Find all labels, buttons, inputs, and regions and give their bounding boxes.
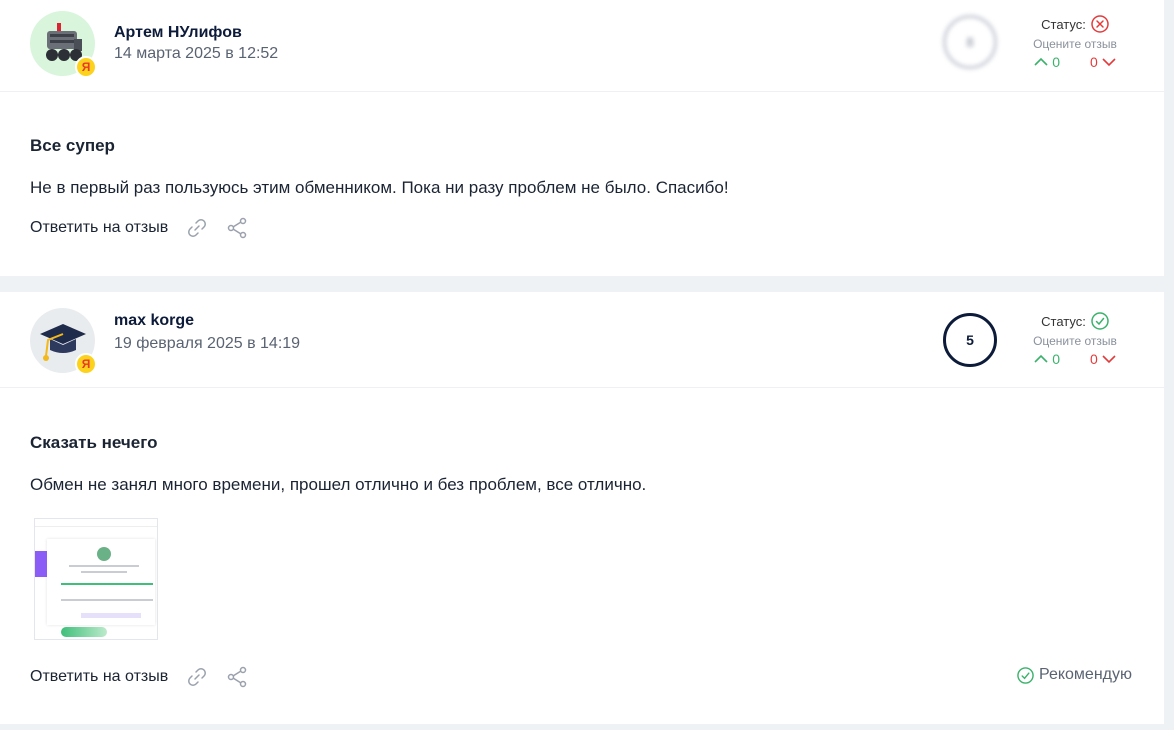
chevron-up-icon — [1034, 354, 1048, 363]
avatar: Я — [30, 11, 97, 78]
reply-button[interactable]: Ответить на отзыв — [30, 219, 168, 237]
yandex-badge: Я — [75, 56, 97, 78]
review-date: 14 марта 2025 в 12:52 — [114, 45, 279, 62]
score-circle: 5 — [943, 313, 997, 367]
x-circle-icon — [1091, 15, 1109, 33]
status-label: Статус: — [1041, 16, 1086, 32]
author-name[interactable]: Артем НУлифов — [114, 24, 242, 42]
review-text: Обмен не занял много времени, прошел отл… — [30, 475, 647, 494]
review-date: 19 февраля 2025 в 14:19 — [114, 335, 301, 352]
check-circle-icon — [1017, 666, 1034, 684]
attachment-thumbnail[interactable] — [34, 518, 158, 640]
chevron-down-icon — [1102, 355, 1116, 364]
recommend-badge: Рекомендую — [1017, 666, 1132, 684]
thumbnail-button — [61, 627, 107, 637]
thumbnail-text-line — [69, 565, 139, 567]
vote-up-button[interactable]: 0 — [1034, 54, 1060, 70]
thumbnail-logo — [97, 547, 111, 561]
share-icon[interactable] — [226, 666, 248, 688]
status-line: Статус: — [1020, 311, 1130, 331]
thumbnail-text-line — [61, 599, 153, 601]
votes: 0 0 — [1020, 54, 1130, 70]
review-actions: Ответить на отзыв — [30, 217, 248, 239]
review-card: Я Артем НУлифов 14 марта 2025 в 12:52 8 … — [0, 0, 1164, 276]
review-title: Сказать нечего — [30, 433, 158, 452]
vote-up-count: 0 — [1052, 54, 1060, 70]
status-label: Статус: — [1041, 313, 1086, 329]
thumbnail-text-line — [81, 613, 141, 618]
score-circle: 8 — [943, 15, 997, 69]
thumbnail-topbar — [35, 519, 157, 527]
status-block: Статус: Оцените отзыв 0 0 — [1020, 311, 1130, 367]
chevron-up-icon — [1034, 57, 1048, 66]
vote-down-count: 0 — [1090, 351, 1098, 367]
link-icon[interactable] — [186, 217, 208, 239]
thumbnail-text-line — [81, 571, 127, 573]
recommend-label: Рекомендую — [1038, 666, 1132, 683]
votes: 0 0 — [1020, 351, 1130, 367]
author-name[interactable]: max korge — [114, 312, 194, 330]
review-title: Все супер — [30, 136, 115, 155]
avatar: Я — [30, 308, 97, 375]
review-text: Не в первый раз пользуюсь этим обменнико… — [30, 178, 729, 197]
reply-button[interactable]: Ответить на отзыв — [30, 668, 168, 686]
page-edge — [1164, 0, 1174, 730]
rate-label: Оцените отзыв — [1033, 37, 1117, 51]
link-icon[interactable] — [186, 666, 208, 688]
chevron-down-icon — [1102, 58, 1116, 67]
vote-up-button[interactable]: 0 — [1034, 351, 1060, 367]
thumbnail-progress-line — [61, 583, 153, 585]
check-circle-icon — [1091, 312, 1109, 330]
status-block: Статус: Оцените отзыв 0 0 — [1020, 14, 1130, 70]
status-line: Статус: — [1020, 14, 1130, 34]
vote-up-count: 0 — [1052, 351, 1060, 367]
yandex-badge: Я — [75, 353, 97, 375]
vote-down-button[interactable]: 0 — [1090, 54, 1116, 70]
reviews-page: Я Артем НУлифов 14 марта 2025 в 12:52 8 … — [0, 0, 1164, 730]
vote-down-count: 0 — [1090, 54, 1098, 70]
review-header: Я Артем НУлифов 14 марта 2025 в 12:52 8 … — [0, 0, 1164, 92]
review-header: Я max korge 19 февраля 2025 в 14:19 5 Ст… — [0, 292, 1164, 388]
rate-label: Оцените отзыв — [1033, 334, 1117, 348]
review-actions: Ответить на отзыв — [30, 666, 248, 688]
vote-down-button[interactable]: 0 — [1090, 351, 1116, 367]
thumbnail-side-tab — [35, 551, 47, 577]
share-icon[interactable] — [226, 217, 248, 239]
review-card: Я max korge 19 февраля 2025 в 14:19 5 Ст… — [0, 292, 1164, 724]
